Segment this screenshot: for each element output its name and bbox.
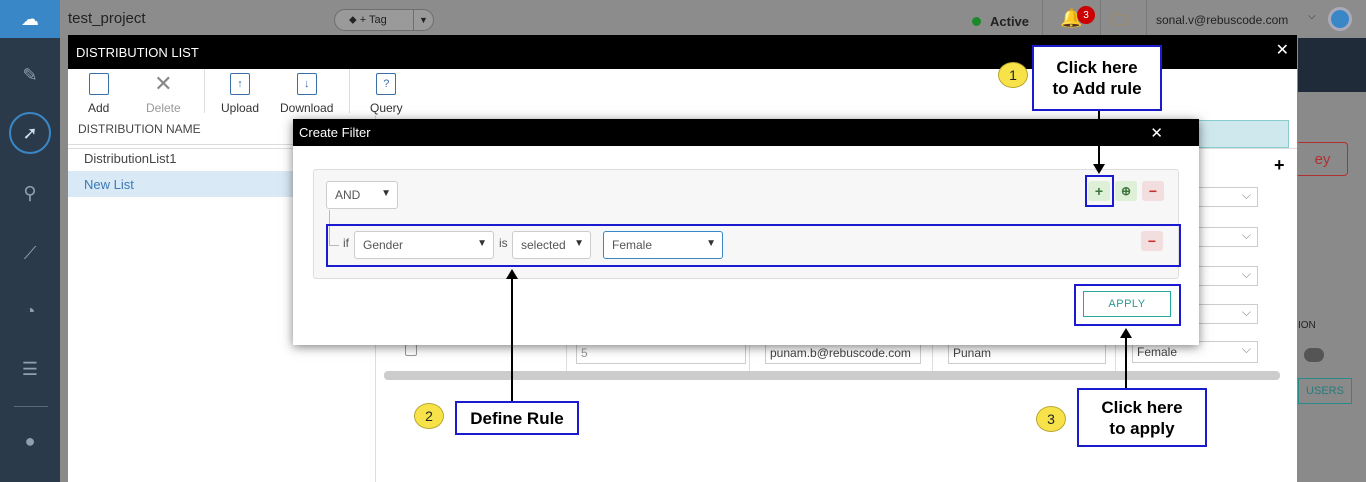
edit-icon[interactable]: ✎ [0,60,60,90]
divider [204,69,205,113]
step1-callout: Click here to Add rule [1032,45,1162,111]
divider [349,69,350,113]
apply-highlight [1074,284,1181,326]
tag-icon: ⬥ [349,13,357,26]
step3-line2: to apply [1109,418,1175,438]
user-chevron-icon[interactable]: ⌵ [1308,11,1316,22]
right-background-panel: ey ION USERS [1298,38,1366,482]
rule-highlight [326,224,1181,267]
top-bar: test_project ⬥ + Tag ▼ Active 🔔 3 🗀 sona… [60,0,1366,38]
avatar[interactable] [1328,7,1352,31]
step1-line2: to Add rule [1052,79,1142,98]
modal-title: DISTRIBUTION LIST [76,45,199,60]
horizontal-scrollbar[interactable] [384,371,1280,380]
step-bubble: 3 [1036,406,1066,432]
condition-select[interactable]: AND ▼ [326,181,398,209]
arrow-line [1125,337,1127,388]
status-dot-icon [972,17,981,26]
divider [1042,0,1043,38]
list-icon[interactable]: ☰ [0,354,60,384]
key-button[interactable]: ey [1298,142,1348,176]
dark-header-strip [1298,38,1366,92]
delete-label: Delete [146,101,181,115]
cloud-logo-icon[interactable]: ☁ [0,0,60,38]
chevron-down-icon[interactable]: ▼ [413,10,433,30]
arrow-head [506,269,518,279]
step2-callout: Define Rule [455,401,579,435]
step-bubble: 2 [414,403,444,429]
arrow-line [1098,111,1100,165]
tag-label: + Tag [359,14,387,26]
close-icon[interactable]: ✕ [1276,43,1289,59]
step1-line1: Click here [1056,58,1138,77]
download-label: Download [280,101,334,115]
users-button[interactable]: USERS [1298,378,1352,404]
step-bubble: 1 [998,62,1028,88]
grid-divider [1115,341,1116,371]
divider [1100,0,1101,38]
add-rule-highlight [1085,175,1114,207]
download-icon: ↓ [296,73,317,95]
delete-group-button[interactable]: − [1142,181,1164,201]
user-email[interactable]: sonal.v@rebuscode.com [1156,13,1288,27]
chart-icon[interactable]: ⟋ [0,238,60,268]
rocket-icon[interactable]: ➚ [0,112,60,154]
step3-line1: Click here [1101,397,1183,417]
section-label: ION [1298,320,1316,331]
folder-icon[interactable]: 🗀 [1112,9,1128,36]
dialog-header: Create Filter ✕ [293,119,1199,146]
query-label: Query [370,101,403,115]
search-icon[interactable]: ⚲ [0,178,60,208]
toggle-switch[interactable] [1304,348,1324,362]
add-label: Add [88,101,110,115]
condition-value: AND [335,188,361,202]
row-name-field[interactable]: Punam [948,342,1106,364]
caret-down-icon: ▼ [381,188,391,199]
grid-divider [932,341,933,371]
rail-divider [14,406,48,407]
x-icon: ✕ [154,71,173,96]
search-box-fragment[interactable] [1196,120,1289,148]
upload-icon: ↑ [230,73,251,95]
divider [1146,0,1147,38]
grid-divider [566,341,567,371]
upload-label: Upload [221,101,260,115]
arrow-head [1120,328,1132,338]
step3-callout: Click here to apply [1077,388,1207,447]
dialog-title: Create Filter [299,125,371,140]
row-id-field[interactable]: 5 [576,342,746,364]
user-icon[interactable]: ● [0,426,60,456]
question-icon: ? [376,73,397,95]
status-label: Active [990,14,1030,29]
grid-divider [749,341,750,371]
arrow-line [511,278,513,401]
add-file-icon [88,73,109,95]
row-email-field[interactable]: punam.b@rebuscode.com [765,342,921,364]
arrow-head [1093,164,1105,174]
close-icon[interactable]: ✕ [1150,124,1163,142]
notification-badge: 3 [1077,6,1095,24]
dashboard-icon[interactable]: ◔ [0,296,60,326]
add-tag-button[interactable]: ⬥ + Tag ▼ [334,9,434,31]
nav-rail: ☁ ✎ ➚ ⚲ ⟋ ◔ ☰ ● [0,0,60,482]
plus-icon[interactable]: + [1274,155,1285,176]
row-checkbox[interactable] [405,344,417,356]
project-name[interactable]: test_project [68,10,146,27]
add-group-button[interactable]: ⊕ [1115,181,1137,201]
